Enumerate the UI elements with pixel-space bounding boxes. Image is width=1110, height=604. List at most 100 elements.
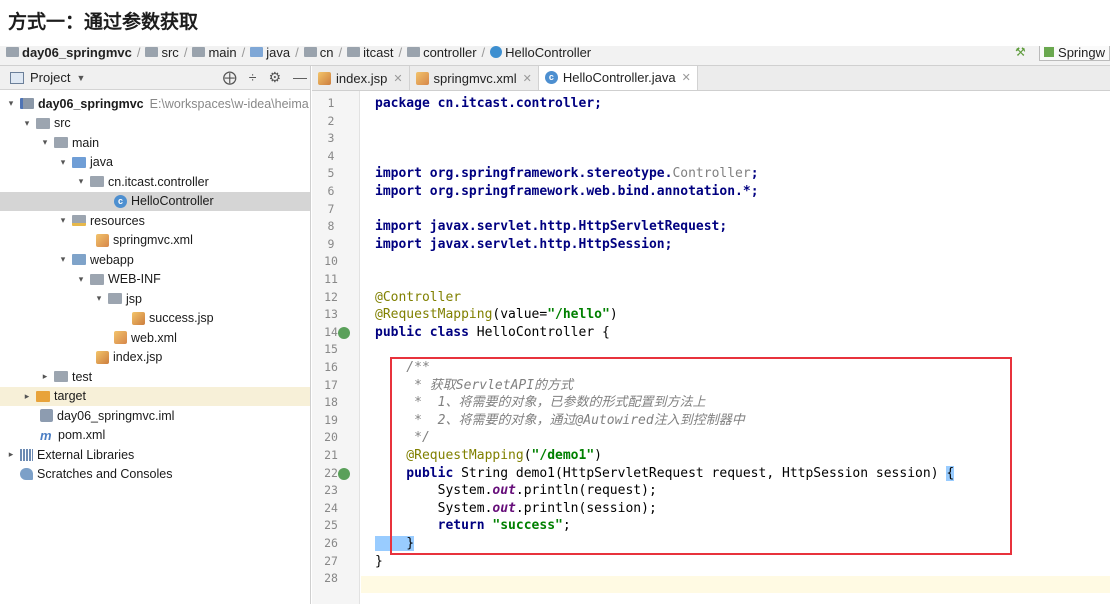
- class-icon: [490, 46, 503, 58]
- line-number: 12: [324, 289, 338, 304]
- breadcrumb-item-itcast[interactable]: itcast: [347, 46, 393, 60]
- tree-item-scratches[interactable]: ▾Scratches and Consoles: [0, 465, 310, 484]
- tree-item-success-jsp[interactable]: ▾success.jsp: [0, 309, 310, 328]
- close-icon[interactable]: ✕: [393, 72, 402, 85]
- code-line-12: @Controller: [375, 289, 462, 305]
- tree-item-target[interactable]: ▸ target: [0, 386, 310, 406]
- xml-file-icon: [415, 71, 429, 85]
- folder-icon: [192, 47, 206, 57]
- chevron-down-icon[interactable]: ▾: [58, 157, 68, 168]
- code-line-8: import javax.servlet.http.HttpServletReq…: [375, 219, 728, 235]
- gear-icon[interactable]: ⚙: [268, 69, 281, 86]
- code-line-9: import javax.servlet.http.HttpSession;: [375, 236, 673, 252]
- chevron-down-icon[interactable]: ▾: [6, 98, 16, 109]
- tree-item-src[interactable]: ▾ src: [0, 114, 310, 133]
- chevron-down-icon[interactable]: ▾: [76, 274, 86, 285]
- folder-icon: [108, 293, 122, 304]
- source-folder-icon: [72, 156, 86, 168]
- toolbar-right: ⚒ Springw: [1015, 46, 1110, 61]
- tree-item-index-jsp[interactable]: ▾index.jsp: [0, 348, 310, 367]
- package-icon: [90, 176, 104, 187]
- line-number: 16: [324, 360, 338, 374]
- hide-panel-icon[interactable]: —: [293, 69, 307, 86]
- tree-item-iml[interactable]: ▾day06_springmvc.iml: [0, 406, 310, 425]
- code-line-5: import org.springframework.stereotype.Co…: [375, 166, 759, 182]
- tree-item-java[interactable]: ▾ java: [0, 153, 310, 172]
- tree-item-pom-xml[interactable]: ▾mpom.xml: [0, 426, 310, 445]
- line-number: 15: [324, 342, 338, 357]
- collapse-all-icon[interactable]: ÷: [249, 69, 257, 86]
- project-panel: Project ▼ ⨁ ÷ ⚙ — ▾ day06_springmvc E:\wor…: [0, 66, 311, 604]
- close-icon[interactable]: ✕: [682, 71, 691, 84]
- tab-springmvc-xml[interactable]: springmvc.xml ✕: [410, 66, 539, 90]
- breadcrumb-item-controller[interactable]: controller: [407, 46, 477, 60]
- annotation-highlight-box: [390, 357, 1012, 555]
- chevron-down-icon[interactable]: ▾: [58, 215, 68, 226]
- build-hammer-icon[interactable]: ⚒: [1015, 46, 1029, 58]
- line-number: 24: [324, 500, 338, 515]
- breadcrumb-item-java[interactable]: java: [250, 46, 290, 60]
- tree-item-package[interactable]: ▾ cn.itcast.controller: [0, 172, 310, 191]
- spring-icon: [1044, 47, 1055, 57]
- breadcrumb-item-hellocontroller[interactable]: HelloController: [490, 46, 591, 60]
- xml-file-icon: [96, 233, 109, 247]
- tab-hellocontroller-java[interactable]: c HelloController.java ✕: [538, 66, 698, 90]
- line-number: 20: [324, 430, 338, 445]
- excluded-folder-icon: [36, 390, 50, 402]
- line-number: 18: [324, 395, 338, 410]
- breadcrumb-item-main[interactable]: main: [192, 46, 237, 60]
- code-line-1: package cn.itcast.controller;: [375, 96, 602, 111]
- class-icon: c: [544, 71, 558, 84]
- tree-item-web-inf[interactable]: ▾ WEB-INF: [0, 270, 310, 289]
- project-panel-header: Project ▼ ⨁ ÷ ⚙ —: [0, 66, 310, 90]
- breadcrumb-item-cn[interactable]: cn: [303, 46, 333, 60]
- close-icon[interactable]: ✕: [523, 72, 532, 85]
- line-number: 17: [324, 377, 338, 392]
- tree-item-hellocontroller[interactable]: ▾cHelloController: [0, 191, 310, 211]
- tree-item-springmvc-xml[interactable]: ▾springmvc.xml: [0, 231, 310, 250]
- folder-icon: [90, 273, 104, 285]
- tree-item-resources[interactable]: ▾ resources: [0, 211, 310, 230]
- code-line-27: }: [375, 553, 383, 569]
- tree-item-test[interactable]: ▸ test: [0, 367, 310, 386]
- xml-file-icon: [114, 331, 127, 344]
- chevron-down-icon[interactable]: ▾: [40, 137, 50, 148]
- code-line-13: @RequestMapping(value="/hello"): [375, 307, 618, 323]
- line-number: 4: [327, 148, 335, 163]
- tree-item-jsp[interactable]: ▾ jsp: [0, 289, 310, 308]
- line-number: 26: [324, 536, 338, 550]
- chevron-down-icon[interactable]: ▾: [76, 176, 86, 187]
- breadcrumb-item-project[interactable]: day06_springmvc: [6, 46, 132, 60]
- chevron-right-icon[interactable]: ▸: [22, 391, 32, 402]
- chevron-down-icon[interactable]: ▼: [76, 73, 85, 83]
- locate-icon[interactable]: ⨁: [223, 69, 237, 86]
- folder-icon: [407, 47, 421, 57]
- run-configuration-select[interactable]: Springw: [1039, 46, 1110, 61]
- chevron-right-icon[interactable]: ▸: [6, 449, 16, 460]
- tree-item-webapp[interactable]: ▾ webapp: [0, 250, 310, 269]
- tree-item-main[interactable]: ▾ main: [0, 133, 310, 152]
- breadcrumb-bar: day06_springmvc / src / main / java / cn…: [0, 46, 1110, 66]
- tree-item-web-xml[interactable]: ▾web.xml: [0, 328, 310, 347]
- breadcrumb-item-src[interactable]: src: [145, 46, 179, 60]
- project-view-icon: [10, 71, 24, 84]
- resources-folder-icon: [72, 215, 86, 226]
- code-line-14: public class HelloController {: [375, 324, 610, 340]
- project-panel-title[interactable]: Project: [30, 70, 70, 85]
- chevron-down-icon[interactable]: ▾: [22, 118, 32, 129]
- folder-icon: [347, 47, 361, 57]
- module-file-icon: [40, 409, 53, 422]
- breadcrumb: day06_springmvc / src / main / java / cn…: [6, 46, 591, 60]
- line-number: 1: [327, 96, 335, 110]
- line-number: 13: [324, 307, 338, 322]
- chevron-down-icon[interactable]: ▾: [58, 254, 68, 265]
- tree-item-day06-springmvc[interactable]: ▾ day06_springmvc E:\workspaces\w-idea\hei…: [0, 94, 310, 113]
- jsp-file-icon: [132, 311, 145, 325]
- spring-mapping-gutter-icon[interactable]: [338, 467, 350, 480]
- tree-item-external-libraries[interactable]: ▸ External Libraries: [0, 445, 310, 464]
- spring-bean-gutter-icon[interactable]: [338, 327, 350, 339]
- tab-index-jsp[interactable]: index.jsp ✕: [312, 66, 410, 90]
- chevron-down-icon[interactable]: ▾: [94, 293, 104, 304]
- chevron-right-icon[interactable]: ▸: [40, 371, 50, 382]
- jsp-file-icon: [318, 71, 331, 85]
